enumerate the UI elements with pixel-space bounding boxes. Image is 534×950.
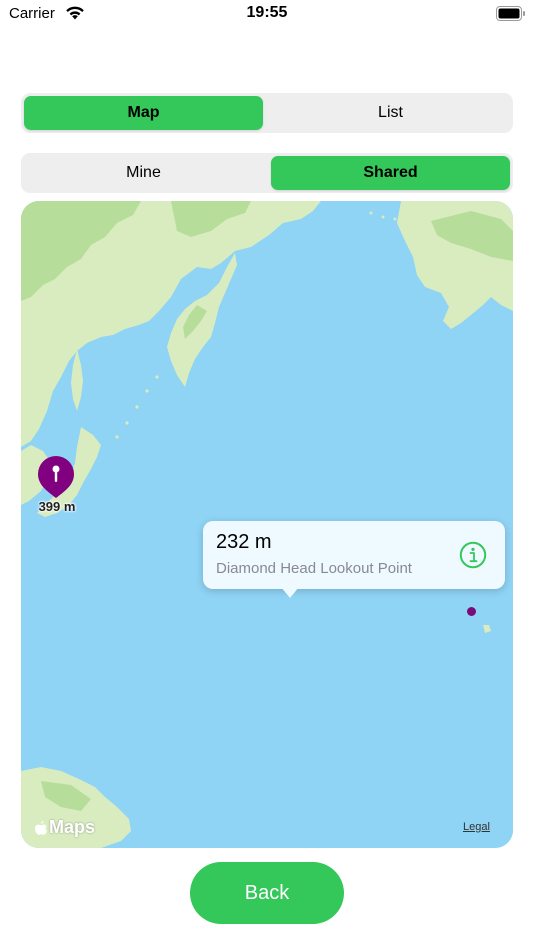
segment-list[interactable]: List (271, 96, 510, 130)
status-bar: Carrier 19:55 (0, 0, 534, 30)
callout-location-name: Diamond Head Lookout Point (216, 560, 412, 577)
maps-logo-text: Maps (49, 817, 96, 837)
owner-segmented-control: Mine Shared (21, 153, 513, 193)
view-mode-segmented-control: Map List (21, 93, 513, 133)
segment-map[interactable]: Map (24, 96, 263, 130)
map-marker-pin-icon[interactable] (37, 455, 75, 499)
clock: 19:55 (246, 4, 288, 21)
legal-link[interactable]: Legal (463, 821, 490, 833)
map-callout[interactable]: 232 m Diamond Head Lookout Point (203, 521, 505, 589)
info-icon[interactable] (459, 541, 487, 569)
callout-pointer (281, 587, 299, 598)
battery-icon (496, 6, 525, 21)
map-view[interactable]: 399 m 232 m Diamond Head Lookout Point M… (21, 201, 513, 848)
segment-mine[interactable]: Mine (24, 156, 263, 190)
callout-distance: 232 m (216, 531, 272, 553)
apple-logo-icon (35, 820, 47, 835)
apple-maps-logo: Maps (34, 817, 95, 838)
back-button[interactable]: Back (190, 862, 344, 924)
selected-location-dot[interactable] (467, 607, 476, 616)
marker-distance-label: 399 m (38, 499, 76, 514)
segment-shared[interactable]: Shared (271, 156, 510, 190)
